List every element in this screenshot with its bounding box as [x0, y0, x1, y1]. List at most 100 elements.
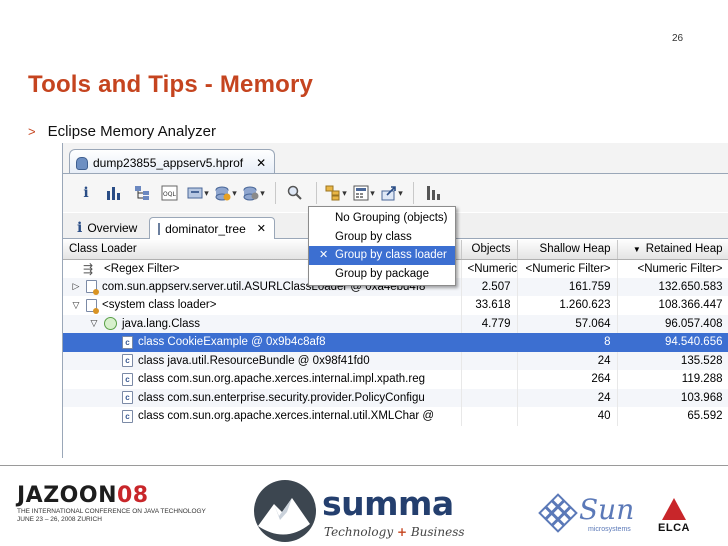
- row-name: <system class loader>: [102, 299, 217, 312]
- bullet-item: > Eclipse Memory Analyzer: [28, 123, 216, 140]
- heap-dump-queries-icon[interactable]: [243, 182, 265, 204]
- expand-toggle-icon[interactable]: ▽: [71, 300, 81, 311]
- editor-file-tab[interactable]: dump23855_appserv5.hprof ✕: [69, 149, 276, 173]
- search-icon[interactable]: [284, 182, 306, 204]
- row-name: class com.sun.enterprise.security.provid…: [138, 391, 425, 404]
- expand-toggle-icon[interactable]: ▷: [71, 281, 81, 292]
- eclipse-screenshot: dump23855_appserv5.hprof ✕ i OQL ▾ ▾ ▾ ▾…: [62, 143, 728, 458]
- table-row[interactable]: ▽ <system class loader> 33.618 1.260.623 108…: [63, 296, 728, 315]
- toolbar-separator: [413, 182, 414, 204]
- slide-number: 26: [672, 33, 684, 44]
- menu-item-group-by-package[interactable]: Group by package: [309, 265, 455, 284]
- class-loader-cell[interactable]: ▽ java.lang.Class: [63, 314, 462, 333]
- objects-cell: 2.507: [461, 277, 518, 296]
- shallow-heap-cell: 24: [517, 388, 618, 407]
- shallow-heap-cell: 264: [517, 370, 618, 389]
- row-name: java.lang.Class: [122, 317, 200, 330]
- retained-heap-cell: 65.592: [617, 407, 728, 426]
- retained-heap-cell: 119.288: [617, 370, 728, 389]
- elca-mark-icon: [662, 498, 686, 520]
- table-row[interactable]: c class java.util.ResourceBundle @ 0x98f4…: [63, 351, 728, 370]
- close-icon[interactable]: ✕: [256, 156, 266, 170]
- filter-cell-objects[interactable]: <Numeric Filter>: [461, 259, 518, 278]
- class-loader-cell[interactable]: c class java.util.ResourceBundle @ 0x98f4…: [63, 351, 462, 370]
- info-icon: i: [77, 220, 83, 236]
- class-loader-cell[interactable]: c class com.sun.enterprise.security.provi…: [63, 388, 462, 407]
- menu-item-group-by-class-loader[interactable]: ✕ Group by class loader: [309, 246, 455, 265]
- summa-logo: summa Technology + Business: [252, 478, 482, 544]
- chart-icon[interactable]: [422, 182, 444, 204]
- elca-logo: ELCA: [654, 494, 694, 534]
- table-row[interactable]: c class CookieExample @ 0x9b4c8af8 8 94.540…: [63, 333, 728, 352]
- toolbar-separator: [316, 182, 317, 204]
- filter-cell-retained[interactable]: <Numeric Filter>: [617, 259, 728, 278]
- class-object-icon: c: [122, 354, 133, 368]
- class-loader-cell[interactable]: c class CookieExample @ 0x9b4c8af8: [63, 333, 462, 352]
- column-header-retained-heap[interactable]: ▼ Retained Heap: [617, 240, 728, 260]
- filter-icon: ⇶: [83, 261, 94, 276]
- export-icon[interactable]: [381, 182, 403, 204]
- shallow-heap-cell: 1.260.623: [517, 296, 618, 315]
- objects-cell: 33.618: [461, 296, 518, 315]
- class-object-icon: c: [122, 409, 133, 423]
- class-loader-cell[interactable]: c class com.sun.org.apache.xerces.interna…: [63, 407, 462, 426]
- retained-heap-cell: 94.540.656: [617, 333, 728, 352]
- class-object-icon: c: [122, 391, 133, 405]
- table-row[interactable]: c class com.sun.org.apache.xerces.interna…: [63, 407, 728, 426]
- sun-subtitle: microsystems: [588, 526, 631, 533]
- sort-descending-icon: ▼: [632, 245, 641, 255]
- calculate-retained-size-icon[interactable]: [353, 182, 375, 204]
- menu-item-group-by-class[interactable]: Group by class: [309, 228, 455, 247]
- filter-cell-shallow[interactable]: <Numeric Filter>: [517, 259, 618, 278]
- dominator-tree-icon[interactable]: [131, 182, 153, 204]
- column-header-shallow-heap[interactable]: Shallow Heap: [517, 240, 618, 260]
- objects-cell: [461, 370, 518, 389]
- objects-cell: [461, 388, 518, 407]
- retained-heap-cell: 96.057.408: [617, 314, 728, 333]
- table-row[interactable]: c class com.sun.org.apache.xerces.interna…: [63, 370, 728, 389]
- class-loader-cell[interactable]: c class com.sun.org.apache.xerces.interna…: [63, 370, 462, 389]
- jazoon-tagline: THE INTERNATIONAL CONFERENCE ON JAVA TEC…: [17, 508, 206, 515]
- sun-wordmark: Sun: [579, 493, 635, 526]
- objects-cell: 4.779: [461, 314, 518, 333]
- objects-cell: [461, 351, 518, 370]
- summa-wordmark: summa: [322, 484, 454, 523]
- jazoon-dates: JUNE 23 – 26, 2008 ZURICH: [17, 516, 102, 523]
- run-report-icon[interactable]: [215, 182, 237, 204]
- dominator-tree-icon: [158, 222, 161, 235]
- retained-heap-cell: 108.366.447: [617, 296, 728, 315]
- class-loader-cell[interactable]: ▽ <system class loader>: [63, 296, 462, 315]
- menu-item-label: No Grouping (objects): [335, 212, 448, 225]
- table-row[interactable]: c class com.sun.enterprise.security.provi…: [63, 388, 728, 407]
- menu-item-label: Group by class: [335, 230, 412, 243]
- thread-overview-icon[interactable]: [187, 182, 209, 204]
- bullet-text: Eclipse Memory Analyzer: [47, 123, 216, 140]
- group-by-icon[interactable]: [325, 182, 347, 204]
- regex-filter-text: <Regex Filter>: [104, 262, 180, 275]
- editor-file-tab-label: dump23855_appserv5.hprof: [93, 156, 244, 170]
- oql-icon[interactable]: OQL: [159, 182, 181, 204]
- slide-title: Tools and Tips - Memory: [28, 71, 314, 98]
- footer-divider: [0, 465, 728, 466]
- class-icon: [104, 317, 117, 331]
- retained-heap-cell: 103.968: [617, 388, 728, 407]
- row-name: class com.sun.org.apache.xerces.internal…: [138, 373, 426, 386]
- expand-toggle-icon[interactable]: ▽: [89, 318, 99, 329]
- histogram-icon[interactable]: [103, 182, 125, 204]
- class-loader-object-icon: [86, 280, 99, 296]
- summa-mountain-icon: [254, 480, 316, 542]
- shallow-heap-cell: 8: [517, 333, 618, 352]
- shallow-heap-cell: 24: [517, 351, 618, 370]
- jazoon-logo: JAZOON08 THE INTERNATIONAL CONFERENCE ON…: [17, 484, 217, 534]
- close-icon[interactable]: ✕: [257, 222, 266, 235]
- menu-item-no-grouping[interactable]: No Grouping (objects): [309, 209, 455, 228]
- sun-diamond-icon: [538, 493, 578, 533]
- table-row[interactable]: ▽ java.lang.Class 4.779 57.064 96.057.408: [63, 314, 728, 333]
- info-icon[interactable]: i: [75, 182, 97, 204]
- tab-dominator-tree[interactable]: dominator_tree ✕: [149, 217, 275, 239]
- tab-overview-label: Overview: [87, 221, 138, 235]
- column-header-objects[interactable]: Objects: [461, 240, 518, 260]
- tab-overview[interactable]: i Overview: [69, 217, 149, 239]
- column-header-retained-heap-label: Retained Heap: [645, 243, 723, 256]
- class-object-icon: c: [122, 335, 133, 349]
